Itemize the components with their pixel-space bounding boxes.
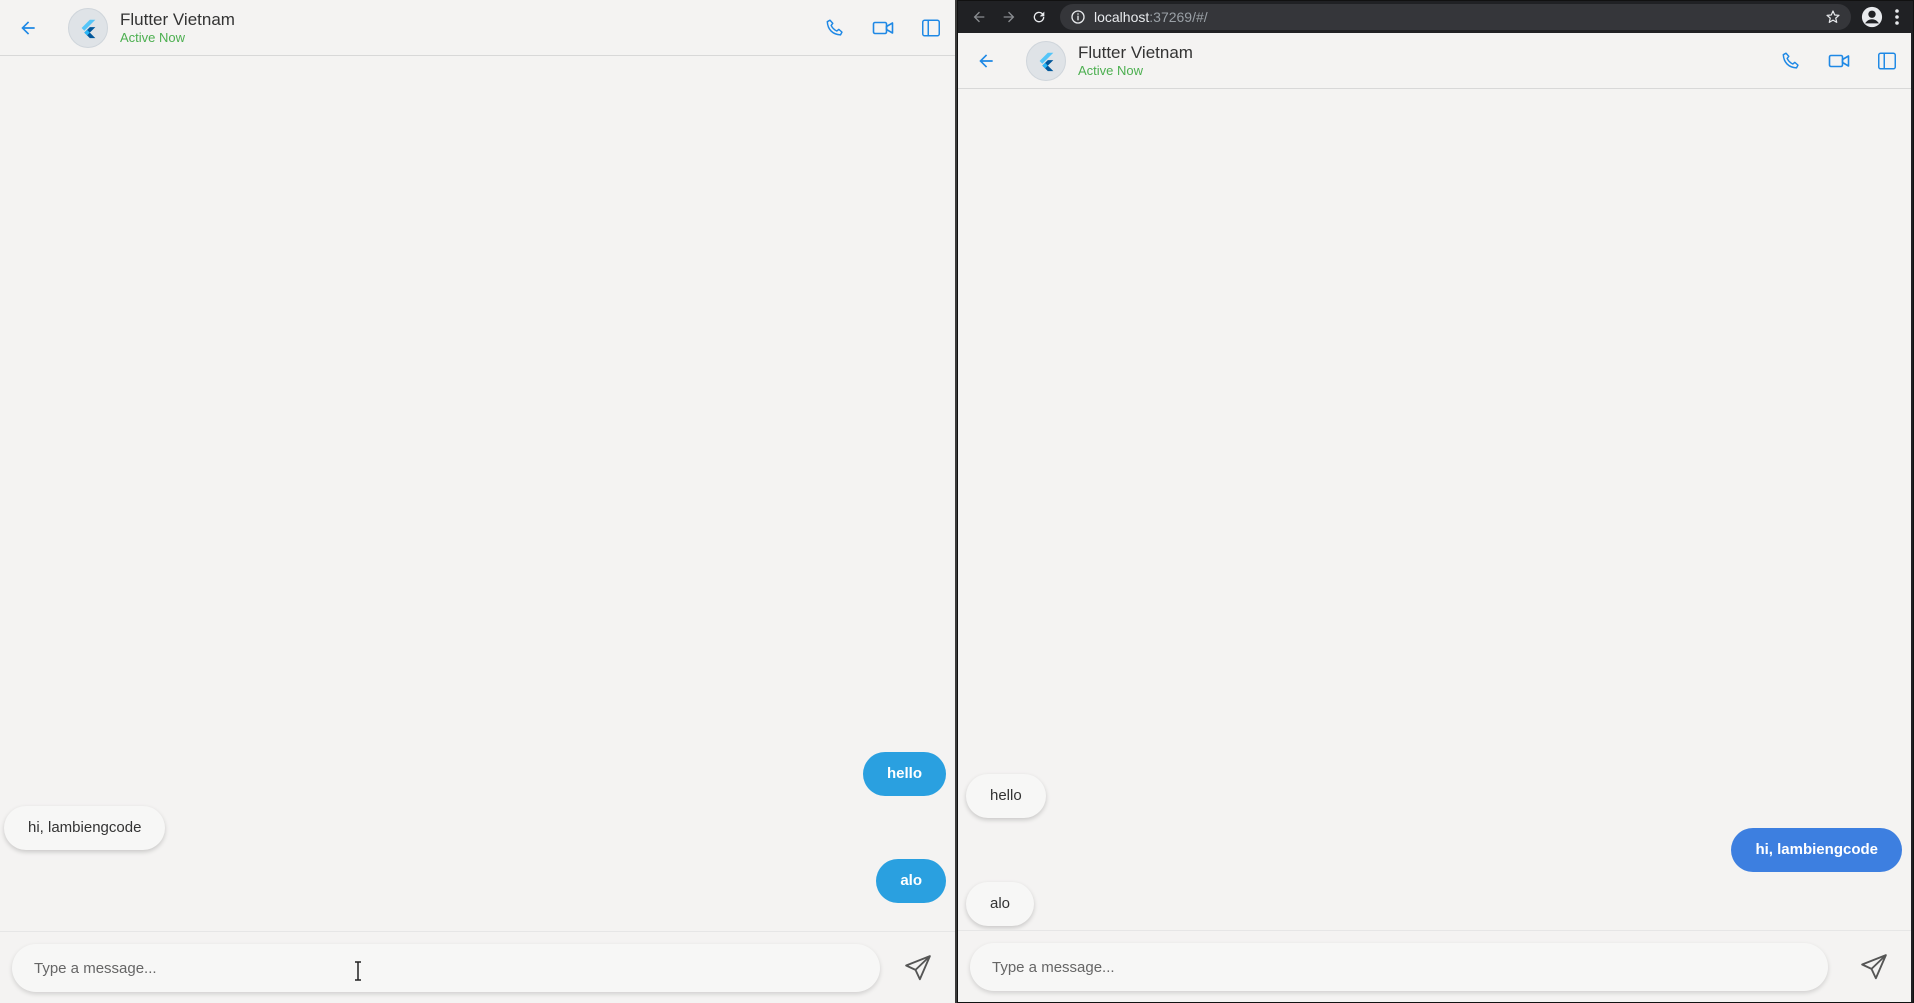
avatar[interactable] bbox=[68, 7, 108, 48]
video-icon bbox=[1828, 54, 1850, 68]
toggle-sidebar-button[interactable] bbox=[907, 4, 955, 52]
sidebar-icon bbox=[922, 19, 940, 37]
phone-icon bbox=[826, 19, 843, 36]
arrow-right-icon bbox=[1003, 11, 1015, 23]
url-text: localhost:37269/#/ bbox=[1094, 9, 1208, 25]
url-path: :37269/#/ bbox=[1149, 9, 1208, 25]
arrow-back-icon bbox=[979, 53, 993, 68]
send-icon bbox=[905, 955, 931, 981]
message-list: hello hi, lambiengcode alo bbox=[0, 56, 955, 931]
chat-app-bar: Flutter Vietnam Active Now bbox=[958, 33, 1911, 89]
back-button[interactable] bbox=[968, 43, 1004, 79]
browser-window: localhost:37269/#/ Flutter Vietnam Activ… bbox=[957, 0, 1914, 1003]
call-button[interactable] bbox=[1767, 37, 1815, 85]
arrow-back-icon bbox=[21, 20, 35, 35]
chat-app-bar: Flutter Vietnam Active Now bbox=[0, 0, 955, 56]
message-bubble-incoming[interactable]: alo bbox=[966, 882, 1035, 926]
browser-back-button[interactable] bbox=[964, 3, 994, 31]
message-bubble-incoming[interactable]: hi, lambiengcode bbox=[4, 806, 166, 850]
back-button[interactable] bbox=[10, 10, 46, 46]
avatar[interactable] bbox=[1026, 40, 1066, 81]
message-bubble-outgoing[interactable]: hello bbox=[862, 752, 946, 796]
star-icon[interactable] bbox=[1825, 9, 1841, 25]
send-button[interactable] bbox=[1850, 943, 1898, 991]
chat-app: Flutter Vietnam Active Now hello hi, lam… bbox=[0, 0, 955, 1003]
left-app-window: Flutter Vietnam Active Now hello hi, lam… bbox=[0, 0, 955, 1003]
flutter-logo-icon bbox=[81, 19, 96, 38]
phone-icon bbox=[1782, 52, 1799, 69]
text-cursor-icon bbox=[355, 961, 361, 981]
browser-menu-button[interactable] bbox=[1887, 3, 1907, 31]
message-input[interactable] bbox=[970, 943, 1828, 991]
chat-status: Active Now bbox=[1078, 62, 1144, 78]
chat-header-text: Flutter Vietnam Active Now bbox=[120, 10, 235, 46]
message-bubble-incoming[interactable]: hello bbox=[966, 774, 1046, 818]
toggle-sidebar-button[interactable] bbox=[1863, 37, 1911, 85]
message-bubble-outgoing[interactable]: hi, lambiengcode bbox=[1731, 828, 1902, 872]
browser-forward-button[interactable] bbox=[994, 3, 1024, 31]
video-call-button[interactable] bbox=[1815, 37, 1863, 85]
info-icon bbox=[1071, 10, 1085, 24]
screen: Flutter Vietnam Active Now hello hi, lam… bbox=[0, 0, 1914, 1003]
kebab-menu-icon bbox=[1895, 9, 1899, 25]
video-icon bbox=[872, 21, 894, 35]
chat-title: Flutter Vietnam bbox=[1078, 42, 1193, 62]
send-button[interactable] bbox=[894, 944, 942, 992]
chat-header-text: Flutter Vietnam Active Now bbox=[1078, 43, 1193, 79]
chat-actions bbox=[811, 0, 955, 56]
call-button[interactable] bbox=[811, 4, 859, 52]
profile-button[interactable] bbox=[1857, 3, 1887, 31]
flutter-logo-icon bbox=[1039, 52, 1054, 71]
message-composer bbox=[958, 930, 1911, 1002]
browser-reload-button[interactable] bbox=[1024, 3, 1054, 31]
account-icon bbox=[1861, 6, 1883, 28]
message-input-wrapper bbox=[970, 943, 1828, 991]
sidebar-icon bbox=[1878, 52, 1896, 70]
address-bar[interactable]: localhost:37269/#/ bbox=[1060, 4, 1851, 30]
browser-toolbar: localhost:37269/#/ bbox=[958, 1, 1913, 33]
message-composer bbox=[0, 931, 955, 1003]
message-input[interactable] bbox=[12, 944, 880, 992]
url-host: localhost bbox=[1094, 9, 1150, 25]
message-list: hello hi, lambiengcode alo bbox=[958, 89, 1911, 930]
chat-app: Flutter Vietnam Active Now hello hi, lam… bbox=[958, 33, 1911, 1002]
message-bubble-outgoing[interactable]: alo bbox=[876, 859, 946, 903]
chat-title: Flutter Vietnam bbox=[120, 9, 235, 29]
send-icon bbox=[1861, 954, 1887, 980]
chat-actions bbox=[1767, 33, 1911, 89]
chat-status: Active Now bbox=[120, 29, 186, 45]
message-input-wrapper bbox=[12, 944, 880, 992]
arrow-left-icon bbox=[973, 11, 985, 23]
reload-icon bbox=[1033, 11, 1045, 23]
video-call-button[interactable] bbox=[859, 4, 907, 52]
